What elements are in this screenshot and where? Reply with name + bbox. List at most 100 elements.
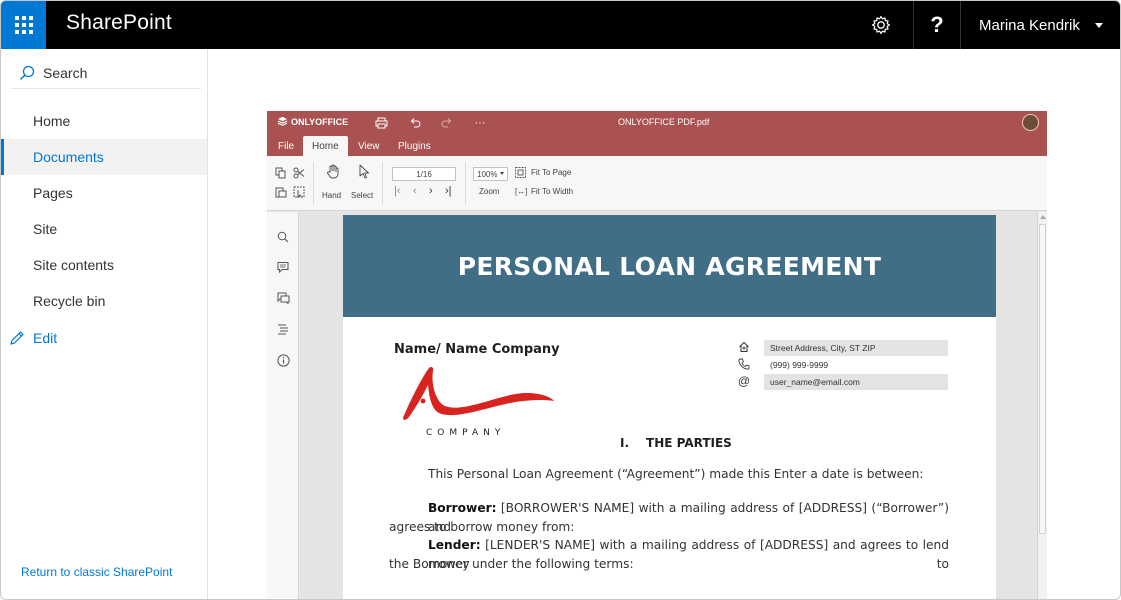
paste-button[interactable] bbox=[275, 186, 287, 198]
chevron-down-icon bbox=[1095, 23, 1103, 28]
borrower-label: Borrower: bbox=[428, 501, 497, 515]
next-page-icon[interactable]: › bbox=[429, 185, 433, 197]
about-button[interactable] bbox=[275, 352, 291, 368]
left-navigation: Search Home Documents Pages Site Site co… bbox=[1, 49, 208, 599]
app-launcher-icon bbox=[14, 16, 33, 34]
toolbar-separator bbox=[465, 162, 466, 204]
help-button[interactable]: ? bbox=[913, 1, 961, 49]
cursor-icon bbox=[359, 164, 369, 178]
navigation-button[interactable] bbox=[275, 321, 291, 337]
select-all-button[interactable] bbox=[293, 186, 305, 198]
last-page-icon[interactable]: ›| bbox=[445, 185, 452, 197]
tab-plugins[interactable]: Plugins bbox=[389, 136, 440, 156]
redo-button[interactable] bbox=[439, 115, 455, 131]
user-avatar[interactable] bbox=[1022, 114, 1039, 131]
nav-item-home[interactable]: Home bbox=[1, 103, 207, 139]
ribbon-tabs: File Home View Plugins bbox=[267, 134, 1047, 174]
gear-icon bbox=[871, 15, 891, 35]
cut-button[interactable] bbox=[293, 167, 305, 179]
select-tool-button[interactable] bbox=[356, 163, 372, 179]
fit-to-page-icon bbox=[515, 167, 526, 178]
print-button[interactable] bbox=[373, 115, 389, 131]
more-button[interactable]: ··· bbox=[472, 115, 488, 131]
onlyoffice-logo: ONLYOFFICE bbox=[277, 116, 348, 127]
user-menu[interactable]: Marina Kendrik bbox=[963, 1, 1120, 49]
zoom-label: Zoom bbox=[479, 187, 500, 196]
phone-icon bbox=[737, 357, 751, 371]
company-logo-mark bbox=[403, 367, 554, 420]
browser-frame: SharePoint ? Marina Kendrik Search Home … bbox=[0, 0, 1121, 600]
section-heading: I. THE PARTIES bbox=[620, 436, 732, 450]
document-title: ONLYOFFICE PDF.pdf bbox=[618, 117, 710, 127]
pdf-page: PERSONAL LOAN AGREEMENT Name/ Name Compa… bbox=[343, 215, 996, 599]
section-title: THE PARTIES bbox=[646, 436, 732, 450]
hand-label: Hand bbox=[322, 191, 342, 200]
info-icon bbox=[276, 353, 290, 367]
settings-button[interactable] bbox=[857, 1, 905, 49]
fit-to-page-button[interactable]: Fit To Page bbox=[531, 168, 571, 177]
find-button[interactable] bbox=[275, 229, 291, 245]
redo-icon bbox=[441, 118, 452, 128]
scroll-up-icon[interactable] bbox=[1040, 215, 1046, 219]
undo-button[interactable] bbox=[407, 115, 423, 131]
tab-view[interactable]: View bbox=[349, 136, 389, 156]
search-label: Search bbox=[43, 64, 88, 81]
return-to-classic-link[interactable]: Return to classic SharePoint bbox=[21, 565, 172, 579]
undo-icon bbox=[410, 118, 421, 128]
section-number: I. bbox=[620, 436, 630, 450]
fit-to-width-button[interactable]: Fit To Width bbox=[531, 187, 573, 196]
lender-label: Lender: bbox=[428, 538, 481, 552]
user-name: Marina Kendrik bbox=[979, 16, 1080, 34]
phone-field: (999) 999-9999 bbox=[770, 360, 829, 370]
chat-button[interactable] bbox=[275, 290, 291, 306]
nav-item-pages[interactable]: Pages bbox=[1, 175, 207, 211]
headings-icon bbox=[278, 324, 288, 335]
nav-item-documents[interactable]: Documents bbox=[1, 139, 207, 175]
tab-file[interactable]: File bbox=[269, 136, 303, 156]
lender-continuation: the Borrower under the following terms: bbox=[389, 557, 634, 571]
toolbar-separator bbox=[313, 162, 314, 204]
onlyoffice-logo-icon bbox=[277, 116, 288, 126]
edit-nav-button[interactable]: Edit bbox=[9, 327, 57, 349]
email-field: user_name@email.com bbox=[764, 374, 948, 390]
vertical-scrollbar[interactable] bbox=[1037, 212, 1047, 599]
copy-button[interactable] bbox=[275, 167, 287, 179]
borrower-continuation: agrees to borrow money from: bbox=[389, 520, 575, 534]
fit-to-width-icon: [↔] bbox=[515, 187, 528, 196]
zoom-select[interactable]: 100% bbox=[473, 167, 508, 181]
document-title-heading: PERSONAL LOAN AGREEMENT bbox=[457, 251, 882, 281]
search-icon bbox=[277, 231, 289, 243]
pencil-icon bbox=[10, 331, 24, 345]
logo-wordmark: COMPANY bbox=[426, 428, 506, 438]
nav-item-site-contents[interactable]: Site contents bbox=[1, 247, 207, 283]
search-box[interactable]: Search bbox=[11, 57, 201, 89]
toolbar-separator bbox=[382, 162, 383, 204]
address-field: Street Address, City, ST ZIP bbox=[764, 340, 948, 356]
scrollbar-thumb[interactable] bbox=[1039, 224, 1046, 534]
home-icon bbox=[737, 340, 751, 354]
paste-icon bbox=[275, 187, 287, 198]
previous-page-icon[interactable]: ‹ bbox=[413, 185, 417, 197]
app-launcher-button[interactable] bbox=[1, 1, 46, 49]
nav-item-recycle-bin[interactable]: Recycle bin bbox=[1, 283, 207, 319]
nav-list: Home Documents Pages Site Site contents … bbox=[1, 103, 207, 319]
intro-paragraph: This Personal Loan Agreement (“Agreement… bbox=[428, 467, 924, 481]
first-page-icon[interactable]: |‹ bbox=[394, 185, 401, 197]
comments-button[interactable] bbox=[275, 259, 291, 275]
tab-home[interactable]: Home bbox=[303, 136, 348, 156]
zoom-value: 100% bbox=[477, 169, 498, 179]
editor-left-panel bbox=[267, 212, 299, 599]
brand-label: ONLYOFFICE bbox=[291, 116, 349, 127]
ribbon-toolbar: Hand Select 1/16 |‹ ‹ › ›| 100% Zoom Fit… bbox=[267, 156, 1047, 211]
search-icon bbox=[20, 65, 35, 80]
chat-icon bbox=[277, 292, 289, 304]
page-number-field[interactable]: 1/16 bbox=[392, 167, 456, 181]
app-title[interactable]: SharePoint bbox=[66, 11, 172, 35]
copy-icon bbox=[275, 167, 286, 179]
select-all-icon bbox=[293, 186, 305, 198]
hand-tool-button[interactable] bbox=[325, 163, 341, 179]
nav-item-site[interactable]: Site bbox=[1, 211, 207, 247]
select-label: Select bbox=[351, 191, 374, 200]
chevron-down-icon bbox=[500, 172, 504, 175]
title-banner: PERSONAL LOAN AGREEMENT bbox=[343, 215, 996, 317]
